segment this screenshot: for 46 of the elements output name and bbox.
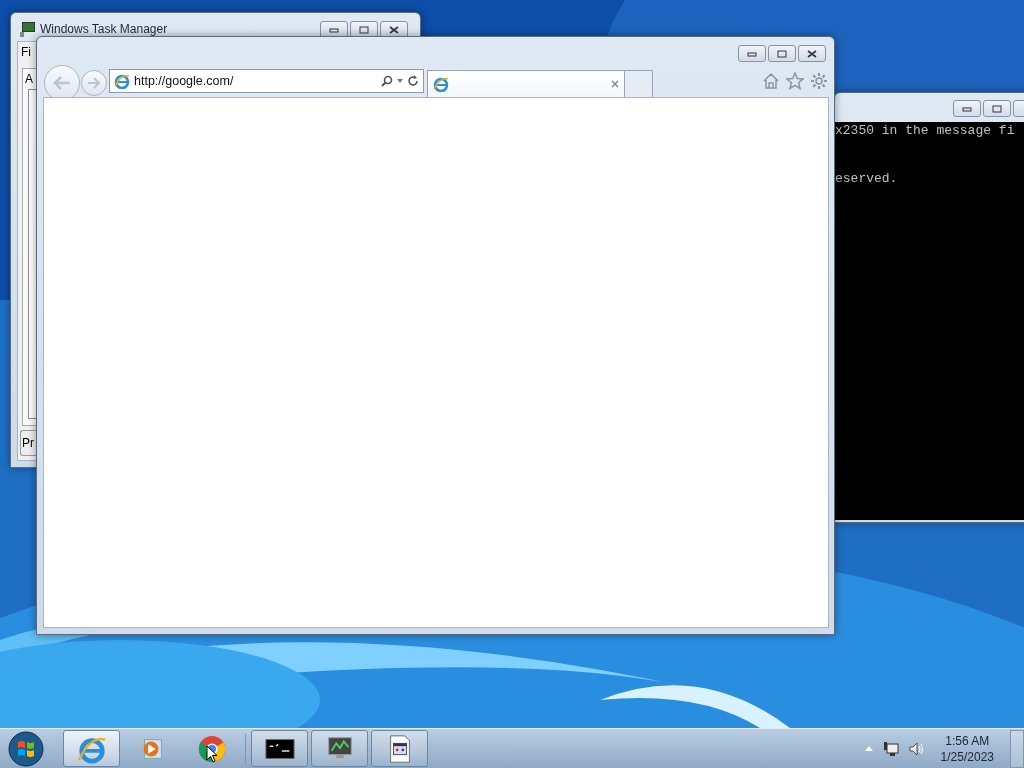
taskbar-button[interactable] xyxy=(251,730,308,767)
tab[interactable]: A xyxy=(25,72,33,86)
maximize-icon xyxy=(359,25,369,34)
close-icon[interactable] xyxy=(611,80,619,88)
right-arrow-icon xyxy=(87,77,101,89)
minimize-button[interactable] xyxy=(738,45,766,62)
close-icon xyxy=(807,49,817,58)
minimize-icon xyxy=(962,105,972,112)
maximize-icon xyxy=(992,104,1002,113)
window-title: Windows Task Manager xyxy=(40,22,168,36)
network-icon[interactable] xyxy=(882,740,899,757)
ie-icon xyxy=(114,73,130,89)
maximize-button[interactable] xyxy=(983,100,1011,117)
address-bar[interactable]: http://google.com/ xyxy=(109,69,424,93)
close-button[interactable] xyxy=(798,45,826,62)
start-button[interactable] xyxy=(6,728,46,768)
monitor-icon xyxy=(20,21,36,37)
clock-time[interactable]: 1:56 AM xyxy=(945,732,990,749)
browser-tab[interactable] xyxy=(427,70,625,97)
taskbar-button[interactable] xyxy=(371,730,428,767)
settings-icon[interactable] xyxy=(810,72,828,90)
forward-button[interactable] xyxy=(81,70,107,96)
cursor-icon xyxy=(206,745,218,763)
show-desktop-button[interactable] xyxy=(1010,729,1024,768)
url-text: http://google.com/ xyxy=(134,74,235,88)
clock-date[interactable]: 1/25/2023 xyxy=(940,748,994,765)
home-icon[interactable] xyxy=(762,72,780,90)
speaker-icon[interactable] xyxy=(908,740,925,757)
refresh-icon[interactable] xyxy=(407,75,419,87)
left-arrow-icon xyxy=(52,75,72,91)
close-icon xyxy=(389,25,399,34)
taskbar-button[interactable] xyxy=(311,730,368,767)
caret-icon[interactable] xyxy=(864,746,873,751)
console-line: x2350 in the message fi xyxy=(835,123,1015,139)
menu-item[interactable]: Fi xyxy=(21,45,31,59)
maximize-icon xyxy=(777,49,787,58)
ie-icon xyxy=(433,76,449,92)
dropdown-icon[interactable] xyxy=(397,79,403,83)
minimize-icon xyxy=(329,26,339,33)
processes-button[interactable]: Pr xyxy=(20,430,36,456)
console-line: eserved. xyxy=(835,171,898,187)
star-icon[interactable] xyxy=(786,72,804,90)
minimize-icon xyxy=(747,50,757,57)
new-tab-button[interactable] xyxy=(625,70,653,97)
search-icon[interactable] xyxy=(381,75,393,87)
minimize-button[interactable] xyxy=(953,100,981,117)
